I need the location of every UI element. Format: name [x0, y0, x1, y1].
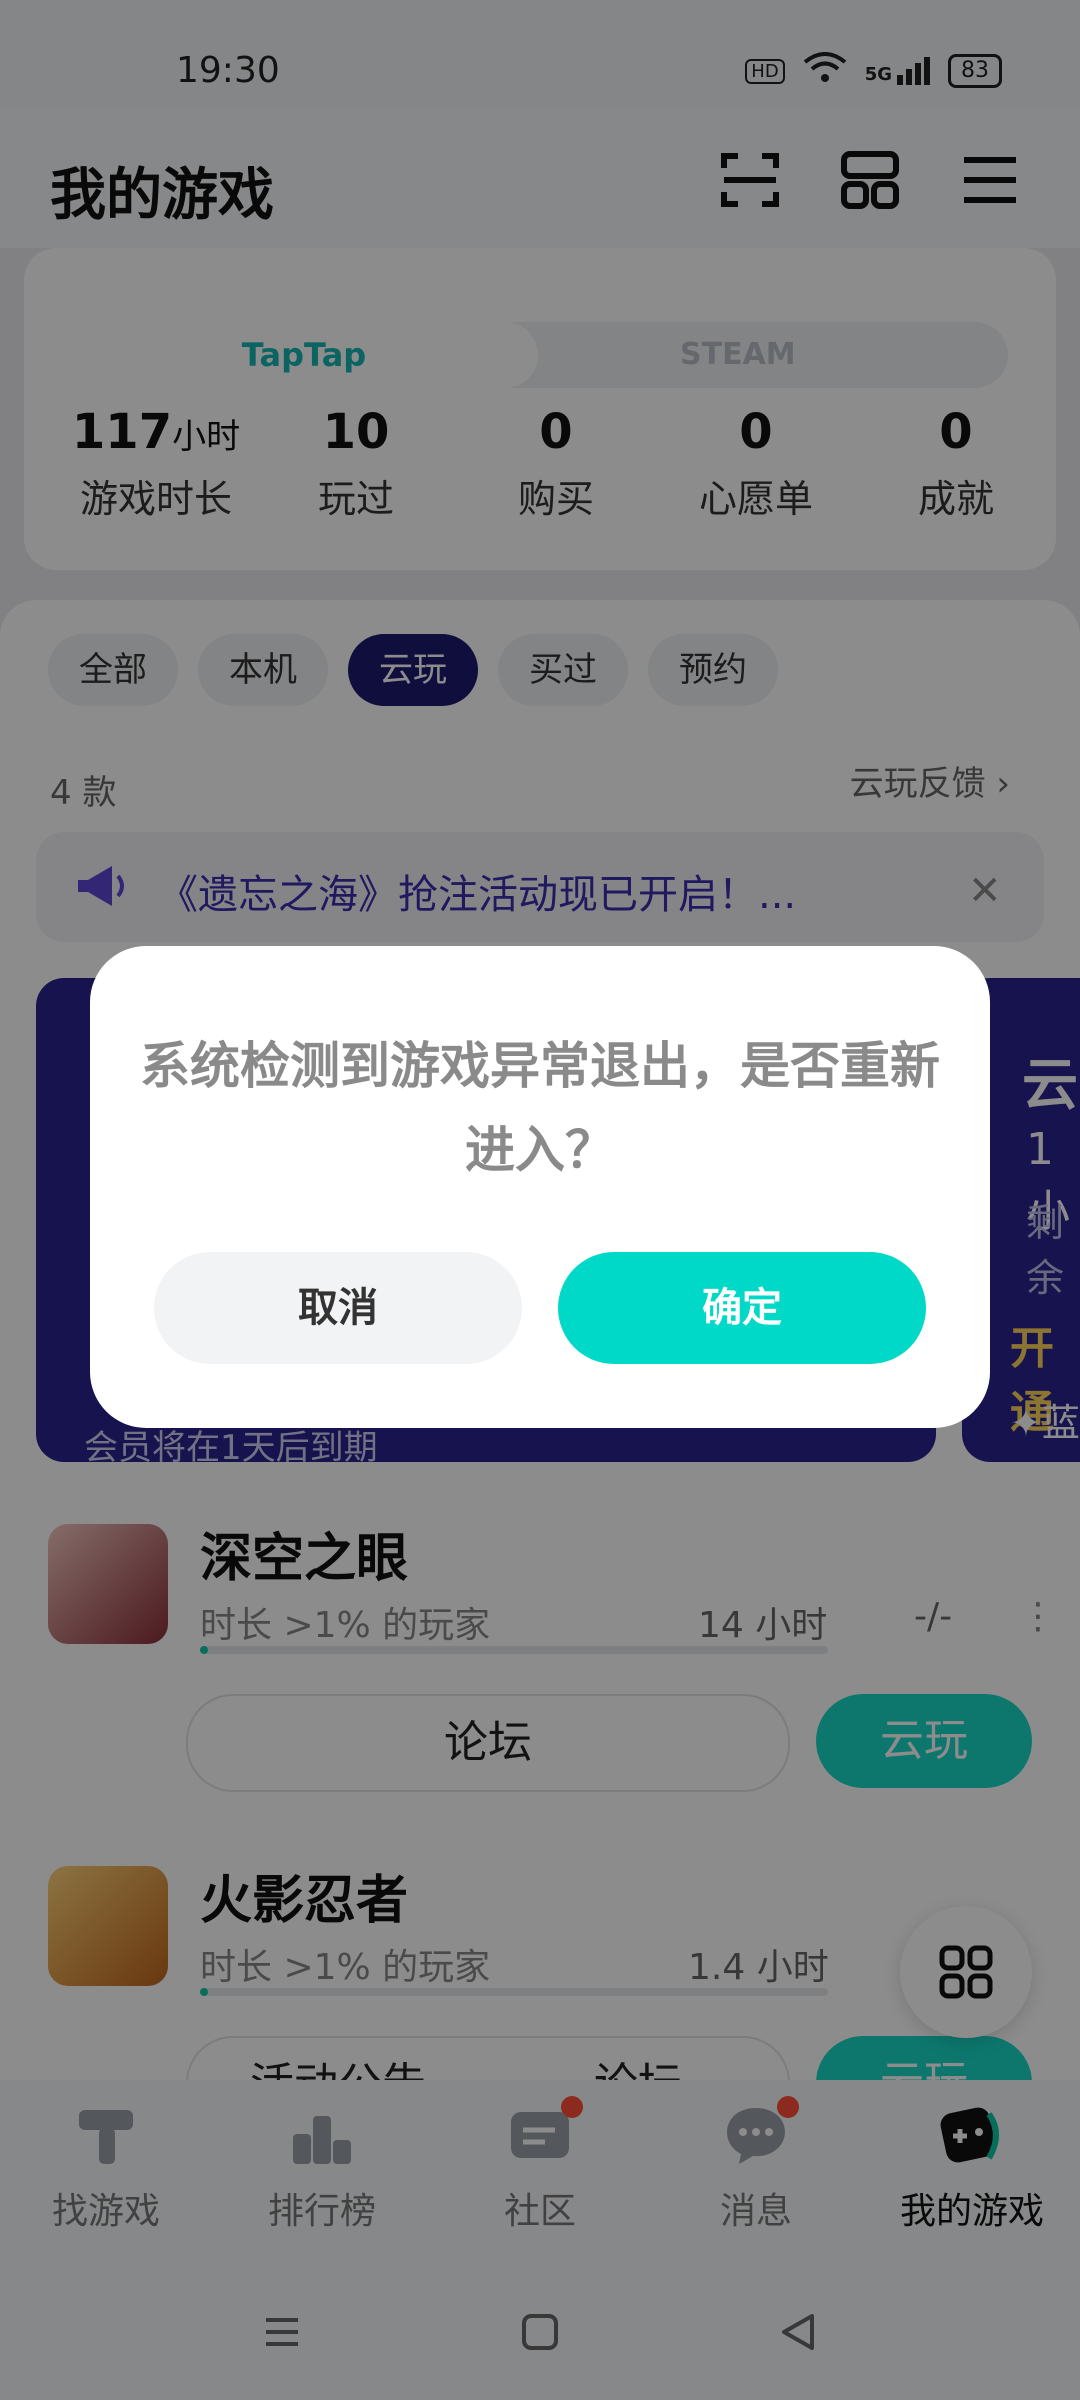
confirm-button[interactable]: 确定 [558, 1252, 926, 1364]
cancel-button[interactable]: 取消 [154, 1252, 522, 1364]
dialog-message: 系统检测到游戏异常退出，是否重新进入？ [140, 1037, 940, 1179]
